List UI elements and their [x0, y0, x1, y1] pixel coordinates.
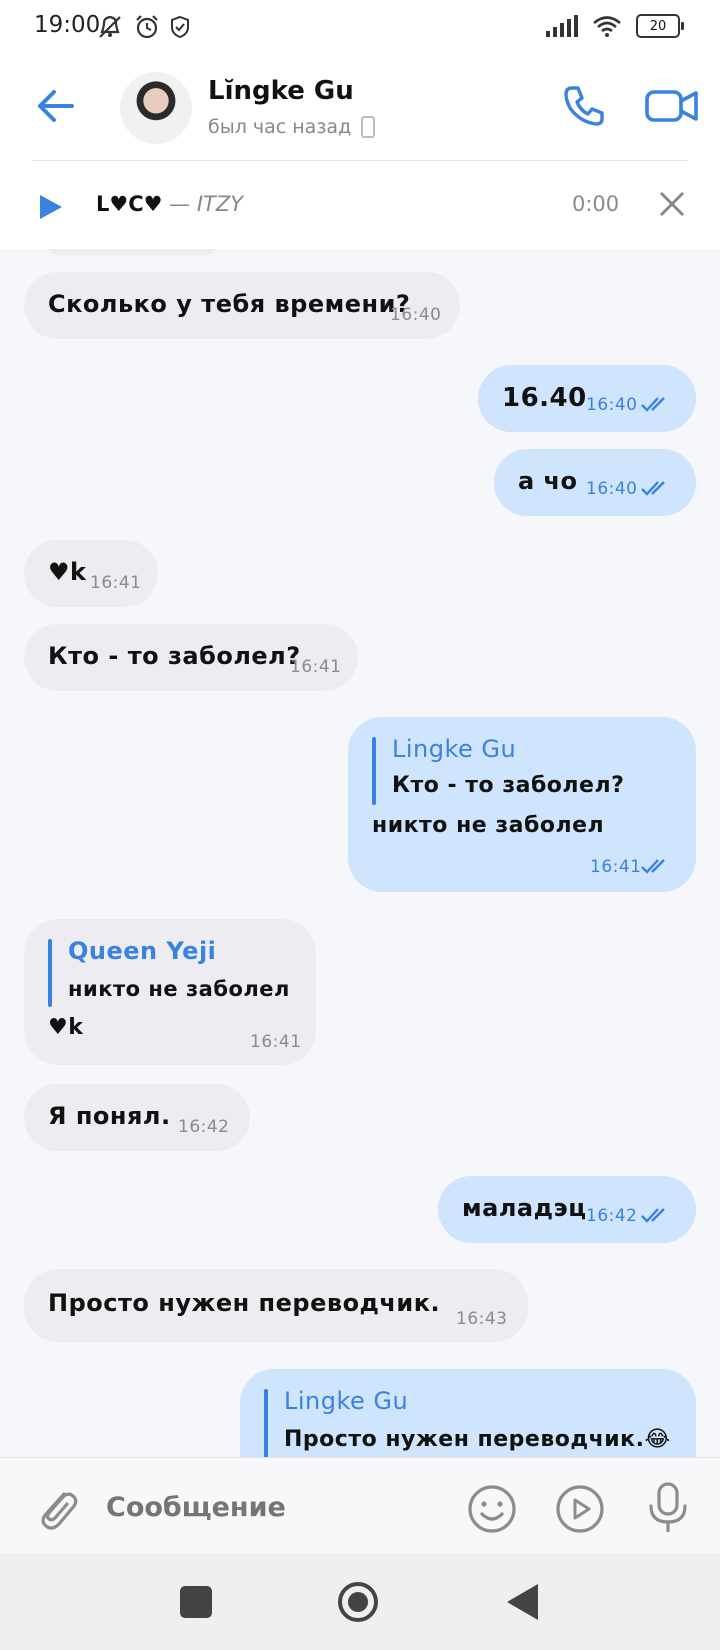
- last-seen-text: был час назад: [208, 116, 352, 138]
- signal-icon: [546, 15, 578, 37]
- message-bubble[interactable]: а чо 16:40: [494, 449, 696, 516]
- message-bubble[interactable]: 16.40 16:40: [478, 365, 696, 432]
- message-text: ♥k: [48, 558, 87, 586]
- message-bubble[interactable]: Я понял. 16:42: [24, 1084, 250, 1151]
- microphone-icon[interactable]: [646, 1480, 690, 1536]
- shield-icon: [171, 15, 189, 39]
- chat-area[interactable]: Сколько у тебя времени? 16:40 16.40 16:4…: [0, 249, 720, 1457]
- reply-quoted-text: Просто нужен переводчик.😂: [284, 1427, 671, 1452]
- message-time: 16:41: [90, 573, 142, 593]
- message-text: а чо: [518, 467, 578, 495]
- reply-message-bubble[interactable]: Lingke Gu Кто - то заболел? никто не заб…: [348, 717, 696, 892]
- status-time: 19:00: [34, 12, 101, 38]
- status-icons-right: 20: [546, 14, 684, 38]
- alarm-icon: [136, 15, 158, 39]
- message-time: 16:43: [456, 1309, 508, 1329]
- video-call-icon[interactable]: [644, 84, 700, 128]
- message-text: Я понял.: [48, 1102, 171, 1130]
- reply-quoted-text: никто не заболел: [68, 977, 290, 1001]
- message-text: Просто нужен переводчик.: [48, 1289, 441, 1317]
- reply-author: Lingke Gu: [284, 1387, 409, 1415]
- partial-message: [42, 249, 222, 255]
- mute-icon: [99, 15, 121, 38]
- now-playing[interactable]: L♥C♥ — ITZY: [96, 192, 243, 216]
- message-input[interactable]: [104, 1478, 448, 1536]
- message-bubble[interactable]: ♥k 16:41: [24, 540, 158, 607]
- message-time: 16:40: [586, 395, 638, 415]
- double-check-icon: [641, 481, 665, 496]
- message-text: Кто - то заболел?: [48, 642, 301, 670]
- status-icons-left: [96, 14, 190, 40]
- reply-author: Lingke Gu: [392, 735, 517, 763]
- back-arrow-icon[interactable]: [34, 84, 78, 128]
- reply-quote-bar: [48, 939, 52, 1007]
- message-bubble[interactable]: Просто нужен переводчик. 16:43: [24, 1269, 528, 1342]
- battery-icon: 20: [636, 14, 684, 38]
- wifi-icon: [593, 16, 621, 37]
- battery-level: 20: [649, 18, 667, 34]
- message-time: 16:40: [586, 479, 638, 499]
- emoji-icon[interactable]: [466, 1483, 518, 1535]
- home-button[interactable]: [336, 1580, 380, 1624]
- message-time: 16:42: [586, 1206, 638, 1226]
- header-divider: [32, 160, 688, 161]
- reply-message-bubble[interactable]: Lingke Gu Просто нужен переводчик.😂: [240, 1369, 696, 1457]
- message-bubble[interactable]: Сколько у тебя времени? 16:40: [24, 272, 460, 339]
- message-time: 16:41: [290, 657, 342, 677]
- double-check-icon: [641, 859, 665, 874]
- mobile-device-icon: [361, 116, 376, 138]
- video-message-icon[interactable]: [554, 1483, 606, 1535]
- message-time: 16:42: [178, 1117, 230, 1137]
- track-artist: ITZY: [196, 192, 244, 216]
- phone-call-icon[interactable]: [560, 82, 608, 130]
- track-title: L♥C♥: [96, 192, 163, 216]
- double-check-icon: [641, 1208, 665, 1223]
- last-seen-status: был час назад: [208, 116, 376, 138]
- back-button[interactable]: [504, 1582, 540, 1622]
- track-time: 0:00: [572, 192, 620, 216]
- reply-quoted-text: Кто - то заболел?: [392, 773, 625, 798]
- message-text: маладэц: [462, 1194, 587, 1222]
- message-text: 16.40: [502, 383, 587, 413]
- track-separator: —: [162, 192, 197, 216]
- recent-apps-button[interactable]: [180, 1586, 212, 1618]
- message-text: ♥k: [48, 1015, 84, 1040]
- play-icon[interactable]: [38, 193, 64, 221]
- reply-author: Queen Yeji: [68, 937, 217, 965]
- message-bubble[interactable]: Кто - то заболел? 16:41: [24, 624, 358, 691]
- avatar[interactable]: [120, 72, 192, 144]
- message-text: Сколько у тебя времени?: [48, 290, 411, 318]
- reply-message-bubble[interactable]: Queen Yeji никто не заболел ♥k 16:41: [24, 919, 316, 1065]
- reply-quote-bar: [372, 737, 376, 805]
- attach-paperclip-icon[interactable]: [34, 1484, 80, 1532]
- close-icon[interactable]: [656, 188, 688, 220]
- reply-quote-bar: [264, 1389, 268, 1457]
- message-time: 16:40: [390, 305, 442, 325]
- message-time: 16:41: [250, 1032, 302, 1052]
- message-bubble[interactable]: маладэц 16:42: [438, 1176, 696, 1243]
- double-check-icon: [641, 397, 665, 412]
- contact-name[interactable]: Lĭngke Gu: [208, 76, 354, 106]
- message-time: 16:41: [590, 857, 642, 877]
- message-text: никто не заболел: [372, 813, 605, 838]
